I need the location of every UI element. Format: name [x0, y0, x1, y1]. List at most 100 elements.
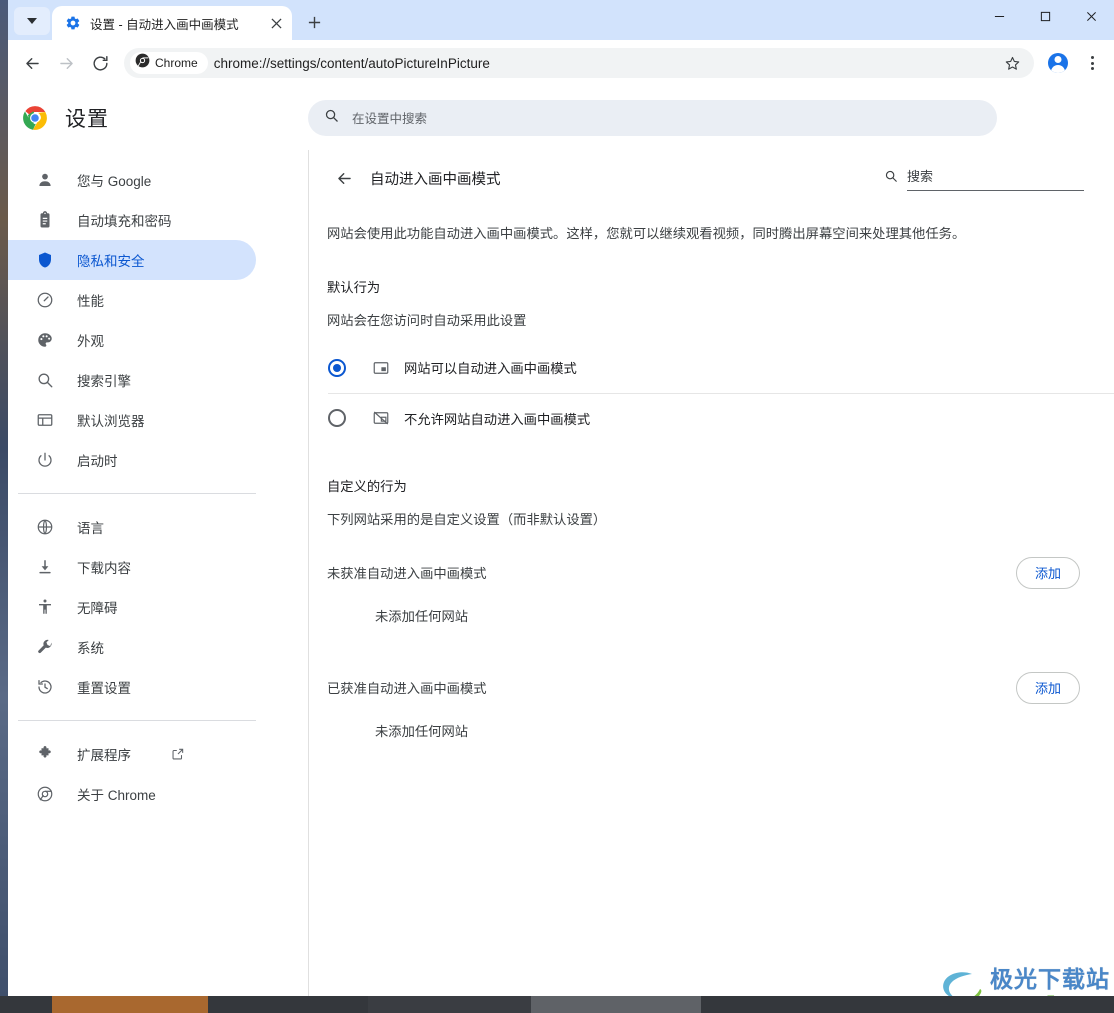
sidebar-item-you-and-google[interactable]: 您与 Google — [8, 160, 256, 200]
radio-button-unselected[interactable] — [328, 409, 346, 428]
settings-search-placeholder: 在设置中搜索 — [352, 112, 428, 126]
chrome-logo-icon — [22, 105, 48, 131]
chrome-browser-window: 设置 - 自动进入画中画模式 Chrome chrome://settings/… — [8, 0, 1114, 996]
browser-window-icon — [35, 410, 55, 430]
sidebar-item-extensions[interactable]: 扩展程序 — [8, 734, 256, 774]
custom-behavior-heading: 自定义的行为 — [327, 478, 407, 494]
search-icon — [35, 370, 55, 390]
back-arrow-icon[interactable] — [327, 161, 361, 195]
taskbar-item-3[interactable] — [368, 996, 531, 1013]
sidebar-item-label: 语言 — [77, 521, 104, 536]
sidebar-item-search-engine[interactable]: 搜索引擎 — [8, 360, 256, 400]
sidebar-item-accessibility[interactable]: 无障碍 — [8, 587, 256, 627]
settings-top-bar: 设置 在设置中搜索 — [8, 86, 1114, 150]
globe-icon — [35, 517, 55, 537]
sidebar-item-label: 默认浏览器 — [77, 414, 145, 429]
screenshot-root: 设置 - 自动进入画中画模式 Chrome chrome://settings/… — [0, 0, 1114, 1013]
taskbar-segment — [0, 996, 52, 1013]
accessibility-icon — [35, 597, 55, 617]
tab-title: 设置 - 自动进入画中画模式 — [90, 17, 239, 32]
chrome-chip-label: Chrome — [155, 56, 198, 70]
taskbar-item-5[interactable] — [701, 996, 1114, 1013]
sidebar-item-label: 关于 Chrome — [77, 788, 156, 803]
sidebar-item-label: 系统 — [77, 641, 104, 656]
puzzle-icon — [35, 744, 55, 764]
sidebar-item-downloads[interactable]: 下载内容 — [8, 547, 256, 587]
page-title: 设置 — [65, 107, 109, 131]
sidebar-item-label: 您与 Google — [77, 174, 152, 189]
add-site-button-allowed[interactable]: 添加 — [1015, 671, 1080, 704]
taskbar-item-1[interactable] — [52, 996, 208, 1013]
minimize-button[interactable] — [976, 0, 1022, 33]
sidebar-item-default-browser[interactable]: 默认浏览器 — [8, 400, 256, 440]
power-icon — [35, 450, 55, 470]
taskbar-item-2[interactable] — [208, 996, 368, 1013]
content-search-field[interactable]: 搜索 — [907, 166, 1084, 191]
chrome-menu-button[interactable] — [1076, 47, 1108, 79]
windows-taskbar — [0, 996, 1114, 1013]
forward-button — [50, 47, 82, 79]
content-search-placeholder: 搜索 — [907, 168, 934, 184]
sidebar-item-about-chrome[interactable]: 关于 Chrome — [8, 774, 256, 814]
taskbar-item-4[interactable] — [531, 996, 701, 1013]
content-search[interactable]: 搜索 — [884, 166, 1084, 191]
sidebar-item-label: 自动填充和密码 — [77, 214, 172, 229]
sidebar-item-on-startup[interactable]: 启动时 — [8, 440, 256, 480]
chrome-origin-chip[interactable]: Chrome — [130, 52, 208, 74]
content-header: 自动进入画中画模式 搜索 — [309, 150, 1114, 206]
sidebar-item-label: 性能 — [77, 294, 104, 309]
wrench-icon — [35, 637, 55, 657]
new-tab-button[interactable] — [300, 8, 328, 36]
settings-content-pane: 自动进入画中画模式 搜索 网站会使用此功能自动进入画中画模式。这样，您就可以继续… — [308, 150, 1114, 996]
speedometer-icon — [35, 290, 55, 310]
default-behavior-heading: 默认行为 — [327, 279, 381, 295]
sidebar-item-languages[interactable]: 语言 — [8, 507, 256, 547]
bookmark-star-icon[interactable] — [996, 47, 1028, 79]
maximize-button[interactable] — [1022, 0, 1068, 33]
settings-search-input[interactable]: 在设置中搜索 — [308, 99, 997, 136]
search-icon — [324, 108, 339, 128]
sidebar-item-performance[interactable]: 性能 — [8, 280, 256, 320]
window-controls — [976, 0, 1114, 40]
address-bar[interactable]: Chrome chrome://settings/content/autoPic… — [124, 48, 1034, 78]
sidebar-item-label: 无障碍 — [77, 601, 118, 616]
sidebar-item-label: 下载内容 — [77, 561, 131, 576]
browser-tab-active[interactable]: 设置 - 自动进入画中画模式 — [52, 6, 292, 40]
content-title: 自动进入画中画模式 — [370, 171, 501, 188]
sidebar-item-reset-settings[interactable]: 重置设置 — [8, 667, 256, 707]
pip-allow-icon — [371, 358, 391, 378]
empty-state-allowed: 未添加任何网站 — [375, 723, 469, 739]
permission-section-label: 未获准自动进入画中画模式 — [327, 566, 487, 582]
add-site-button-blocked[interactable]: 添加 — [1015, 556, 1080, 589]
sidebar-item-label: 扩展程序 — [77, 748, 131, 763]
clipboard-icon — [35, 210, 55, 230]
permission-section-label: 已获准自动进入画中画模式 — [327, 681, 487, 697]
kebab-menu-icon — [1090, 56, 1094, 70]
close-icon[interactable] — [266, 13, 286, 33]
close-button[interactable] — [1068, 0, 1114, 33]
empty-state-blocked: 未添加任何网站 — [375, 608, 469, 624]
sidebar-item-system[interactable]: 系统 — [8, 627, 256, 667]
shield-icon — [35, 250, 55, 270]
sidebar-item-privacy-and-security[interactable]: 隐私和安全 — [8, 240, 256, 280]
tab-search-button[interactable] — [14, 7, 50, 35]
sidebar-item-label: 外观 — [77, 334, 104, 349]
settings-brand: 设置 — [8, 103, 308, 133]
chrome-icon — [135, 53, 150, 73]
sidebar-item-appearance[interactable]: 外观 — [8, 320, 256, 360]
radio-option-allow[interactable]: 网站可以自动进入画中画模式 — [309, 343, 1114, 393]
radio-button-selected[interactable] — [328, 358, 346, 377]
palette-icon — [35, 330, 55, 350]
sidebar-item-label: 启动时 — [77, 454, 118, 469]
default-behavior-subtext: 网站会在您访问时自动采用此设置 — [327, 312, 527, 328]
search-icon — [884, 169, 898, 188]
profile-avatar[interactable] — [1042, 47, 1074, 79]
sidebar-item-autofill[interactable]: 自动填充和密码 — [8, 200, 256, 240]
radio-option-block[interactable]: 不允许网站自动进入画中画模式 — [328, 392, 1114, 443]
back-button[interactable] — [16, 47, 48, 79]
sidebar-divider — [18, 720, 256, 721]
restore-icon — [35, 677, 55, 697]
reload-button[interactable] — [84, 47, 116, 79]
sidebar-divider — [18, 493, 256, 494]
desktop-background-strip — [0, 0, 8, 996]
